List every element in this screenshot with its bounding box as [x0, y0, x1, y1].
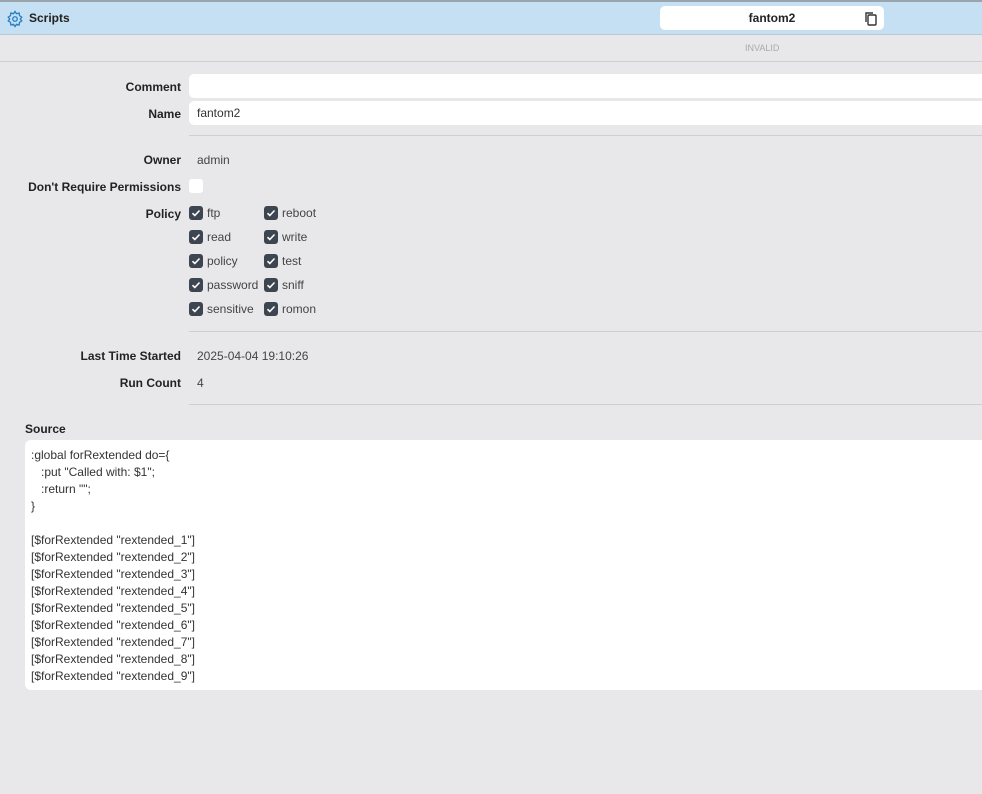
policy-checkbox-romon[interactable]: romon	[264, 302, 316, 316]
policy-checkbox-sniff[interactable]: sniff	[264, 278, 304, 292]
policy-checkbox-policy[interactable]: policy	[189, 254, 238, 268]
run-count-value: 4	[197, 376, 204, 390]
source-editor[interactable]: :global forRextended do={ :put "Called w…	[25, 440, 982, 690]
last-time-started-label: Last Time Started	[80, 349, 181, 363]
divider	[189, 135, 982, 136]
policy-checkbox-sensitive[interactable]: sensitive	[189, 302, 254, 316]
checkmark-icon	[189, 302, 203, 316]
owner-label: Owner	[143, 153, 181, 167]
status-badge: INVALID	[745, 43, 780, 53]
policy-label: sniff	[282, 278, 304, 292]
checkmark-icon	[189, 278, 203, 292]
checkmark-icon	[264, 206, 278, 220]
divider	[189, 331, 982, 332]
policy-label: Policy	[145, 207, 181, 221]
policy-checkbox-read[interactable]: read	[189, 230, 231, 244]
checkmark-icon	[264, 254, 278, 268]
policy-label: ftp	[207, 206, 221, 220]
last-time-started-value: 2025-04-04 19:10:26	[197, 349, 309, 363]
record-name: fantom2	[748, 11, 796, 25]
policy-label: romon	[282, 302, 317, 316]
policy-checkbox-reboot[interactable]: reboot	[264, 206, 316, 220]
source-label: Source	[25, 422, 66, 436]
comment-input[interactable]	[189, 74, 982, 98]
name-input[interactable]: fantom2	[189, 101, 982, 125]
name-label: Name	[148, 107, 181, 121]
checkmark-icon	[189, 206, 203, 220]
copy-icon[interactable]	[864, 11, 878, 26]
status-bar: INVALID	[0, 35, 982, 62]
owner-value: admin	[197, 153, 230, 167]
policy-checkbox-password[interactable]: password	[189, 278, 258, 292]
policy-label: password	[207, 278, 259, 292]
checkmark-icon	[189, 254, 203, 268]
checkmark-icon	[264, 278, 278, 292]
comment-label: Comment	[125, 80, 181, 94]
record-name-field[interactable]: fantom2	[660, 6, 884, 30]
gear-icon	[7, 10, 23, 28]
policy-label: write	[282, 230, 308, 244]
policy-label: read	[207, 230, 232, 244]
dont-require-permissions-checkbox[interactable]	[189, 179, 203, 193]
policy-checkbox-ftp[interactable]: ftp	[189, 206, 220, 220]
policy-checkbox-test[interactable]: test	[264, 254, 301, 268]
policy-label: sensitive	[207, 302, 254, 316]
policy-label: reboot	[282, 206, 317, 220]
policy-checkbox-write[interactable]: write	[264, 230, 307, 244]
page-title: Scripts	[29, 11, 70, 25]
checkmark-icon	[264, 302, 278, 316]
dont-require-permissions-label: Don't Require Permissions	[28, 180, 181, 194]
run-count-label: Run Count	[119, 376, 181, 390]
policy-label: policy	[207, 254, 238, 268]
divider	[189, 404, 982, 405]
checkmark-icon	[189, 230, 203, 244]
header-bar: Scripts fantom2	[0, 2, 982, 35]
checkmark-icon	[264, 230, 278, 244]
policy-label: test	[282, 254, 302, 268]
